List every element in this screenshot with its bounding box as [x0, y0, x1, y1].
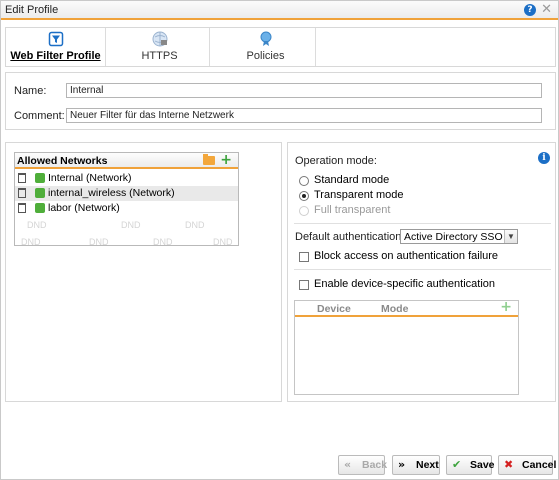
device-table: Device Mode +	[294, 299, 519, 395]
comment-label: Comment:	[14, 110, 65, 122]
network-icon	[35, 173, 45, 183]
settings-panel: Operation mode: i Standard mode Transpar…	[287, 142, 556, 402]
full-transparent-label: Full transparent	[314, 204, 391, 216]
folder-icon[interactable]	[203, 154, 215, 165]
network-icon	[35, 203, 45, 213]
dnd-placeholder: DND	[121, 220, 141, 230]
default-auth-value: Active Directory SSO	[404, 231, 503, 243]
save-button[interactable]: ✔ Save	[446, 455, 495, 475]
next-icon: »	[398, 458, 406, 471]
title-bar: Edit Profile ? ✕	[1, 1, 558, 20]
back-label: Back	[362, 459, 388, 471]
device-auth-label: Enable device-specific authentication	[314, 278, 496, 290]
dnd-placeholder: DND	[153, 237, 173, 246]
tab-label: HTTPS	[141, 50, 178, 62]
tab-https[interactable]: HTTPS	[110, 28, 210, 66]
dnd-placeholder: DND	[213, 237, 233, 246]
list-item[interactable]: Internal (Network)	[15, 171, 238, 186]
divider	[294, 269, 551, 270]
trash-icon[interactable]	[18, 203, 26, 213]
dnd-placeholder: DND	[185, 220, 205, 230]
back-icon: «	[344, 458, 352, 471]
next-label: Next	[416, 459, 439, 471]
tab-policies[interactable]: Policies	[216, 28, 316, 66]
network-label: internal_wireless (Network)	[48, 187, 175, 199]
policies-icon	[260, 31, 271, 46]
default-auth-label: Default authentication:	[295, 231, 405, 243]
dnd-placeholder: DND	[89, 237, 109, 246]
full-transparent-radio	[299, 206, 309, 216]
close-icon: ✖	[504, 458, 514, 471]
window-title: Edit Profile	[5, 4, 59, 16]
dnd-placeholder: DND	[27, 220, 47, 230]
cancel-button[interactable]: ✖ Cancel	[498, 455, 557, 475]
help-icon[interactable]: ?	[524, 4, 536, 16]
transparent-mode-radio[interactable]	[299, 191, 309, 201]
device-auth-checkbox[interactable]	[299, 280, 309, 290]
tab-label: Web Filter Profile	[10, 50, 101, 62]
info-icon[interactable]: i	[538, 152, 550, 164]
network-icon	[35, 188, 45, 198]
comment-field[interactable]: Neuer Filter für das Interne Netzwerk	[66, 108, 542, 123]
standard-mode-radio[interactable]	[299, 176, 309, 186]
transparent-mode-label: Transparent mode	[314, 189, 404, 201]
name-label: Name:	[14, 85, 47, 97]
allowed-networks-panel: Allowed Networks + Internal (Network) in…	[5, 142, 282, 402]
cancel-label: Cancel	[522, 459, 557, 471]
back-button: « Back	[338, 455, 388, 475]
list-item[interactable]: labor (Network)	[15, 201, 238, 216]
filter-icon	[48, 31, 63, 47]
tab-web-filter-profile[interactable]: Web Filter Profile	[6, 28, 106, 66]
operation-mode-label: Operation mode:	[295, 155, 377, 167]
list-item[interactable]: internal_wireless (Network)	[15, 186, 238, 201]
block-access-checkbox[interactable]	[299, 252, 309, 262]
device-table-header: Device Mode +	[295, 299, 518, 317]
allowed-networks-title: Allowed Networks	[17, 155, 108, 167]
dnd-placeholder: DND	[21, 237, 41, 246]
allowed-networks-header: Allowed Networks +	[15, 153, 238, 169]
edit-profile-window: Edit Profile ? ✕ Web Filter Profile HTTP…	[0, 0, 559, 480]
mode-column-header: Mode	[381, 303, 409, 315]
check-icon: ✔	[452, 458, 462, 471]
name-field[interactable]: Internal	[66, 83, 542, 98]
https-icon	[152, 31, 167, 47]
network-label: Internal (Network)	[48, 172, 132, 184]
name-comment-section: Name: Internal Comment: Neuer Filter für…	[5, 72, 556, 130]
chevron-down-icon[interactable]: ▼	[504, 230, 517, 243]
standard-mode-label: Standard mode	[314, 174, 390, 186]
add-network-icon[interactable]: +	[220, 153, 232, 168]
save-label: Save	[470, 459, 495, 471]
default-auth-select[interactable]: Active Directory SSO ▼	[400, 229, 518, 244]
tab-label: Policies	[246, 50, 285, 62]
tab-bar: Web Filter Profile HTTPS Policies	[5, 27, 556, 67]
allowed-networks-list: Allowed Networks + Internal (Network) in…	[14, 152, 239, 246]
trash-icon[interactable]	[18, 173, 26, 183]
add-device-icon: +	[500, 299, 512, 315]
divider	[294, 223, 551, 224]
close-icon[interactable]: ✕	[541, 2, 552, 17]
next-button[interactable]: » Next	[392, 455, 440, 475]
block-access-label: Block access on authentication failure	[314, 250, 499, 262]
trash-icon[interactable]	[18, 188, 26, 198]
device-column-header: Device	[317, 303, 351, 315]
network-label: labor (Network)	[48, 202, 120, 214]
